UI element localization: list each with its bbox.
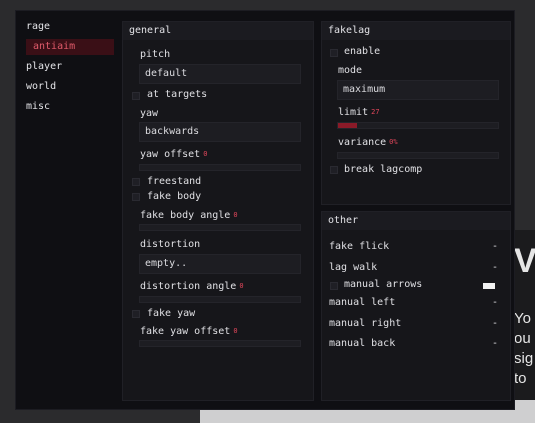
limit-label: limit 27	[338, 107, 380, 118]
distortion-label: distortion	[140, 239, 201, 250]
variance-label: variance 0%	[338, 137, 398, 148]
manual-left-keybind[interactable]: -	[492, 297, 498, 308]
manual-arrows-color-picker[interactable]	[483, 283, 495, 289]
variance-value: 0%	[389, 138, 398, 146]
other-panel: other fake flick - lag walk - manual arr…	[321, 211, 511, 401]
yaw-label: yaw	[140, 108, 159, 119]
panel-title: other	[322, 212, 510, 230]
fake-flick-label: fake flick	[329, 241, 390, 252]
lag-walk-keybind[interactable]: -	[492, 262, 498, 273]
fake-yaw-label: fake yaw	[147, 308, 196, 319]
panel-title: fakelag	[322, 22, 510, 40]
sidebar-item-misc[interactable]: misc	[26, 99, 50, 115]
fake-yaw-offset-value: 0	[233, 327, 238, 335]
freestand-label: freestand	[147, 176, 202, 187]
manual-right-label: manual right	[329, 318, 402, 329]
at-targets-label: at targets	[147, 89, 208, 100]
background-text-line: sig	[514, 350, 534, 367]
enable-label: enable	[344, 46, 381, 57]
background-text-title: Va	[514, 242, 535, 280]
manual-back-label: manual back	[329, 338, 396, 349]
mode-dropdown[interactable]: maximum	[337, 80, 499, 100]
pitch-label: pitch	[140, 49, 171, 60]
panel-title: general	[123, 22, 313, 40]
distortion-angle-slider[interactable]	[139, 296, 301, 303]
fake-body-checkbox[interactable]	[132, 193, 140, 201]
limit-value: 27	[371, 108, 380, 116]
enable-checkbox[interactable]	[330, 49, 338, 57]
fakelag-panel: fakelag enable mode maximum limit 27 vari…	[321, 21, 511, 205]
manual-arrows-label: manual arrows	[344, 279, 423, 290]
fake-body-label: fake body	[147, 191, 202, 202]
break-lagcomp-label: break lagcomp	[344, 164, 423, 175]
at-targets-checkbox[interactable]	[132, 92, 140, 100]
fake-body-angle-slider[interactable]	[139, 224, 301, 231]
fake-flick-keybind[interactable]: -	[492, 241, 498, 252]
sidebar-item-rage[interactable]: rage	[26, 19, 50, 35]
background-text-line: to	[514, 370, 527, 387]
manual-back-keybind[interactable]: -	[492, 338, 498, 349]
yaw-offset-label: yaw offset 0	[140, 149, 208, 160]
mode-label: mode	[338, 65, 363, 76]
distortion-angle-label: distortion angle 0	[140, 281, 244, 292]
general-panel: general pitch default at targets yaw bac…	[122, 21, 314, 401]
sidebar: rage antiaim player world misc	[16, 11, 121, 409]
break-lagcomp-checkbox[interactable]	[330, 166, 338, 174]
limit-slider[interactable]	[337, 122, 499, 129]
distortion-dropdown[interactable]: empty..	[139, 254, 301, 274]
fake-body-angle-label: fake body angle 0	[140, 210, 238, 221]
fake-body-angle-value: 0	[233, 211, 238, 219]
fake-yaw-offset-label: fake yaw offset 0	[140, 326, 238, 337]
pitch-dropdown[interactable]: default	[139, 64, 301, 84]
yaw-dropdown[interactable]: backwards	[139, 122, 301, 142]
freestand-checkbox[interactable]	[132, 178, 140, 186]
manual-right-keybind[interactable]: -	[492, 318, 498, 329]
background-text-line: ou	[514, 330, 531, 347]
sidebar-item-world[interactable]: world	[26, 79, 56, 95]
sidebar-item-antiaim[interactable]: antiaim	[26, 39, 114, 55]
yaw-offset-value: 0	[203, 150, 208, 158]
sidebar-item-player[interactable]: player	[26, 59, 62, 75]
cheat-menu-window: rage antiaim player world misc general p…	[15, 10, 515, 410]
manual-left-label: manual left	[329, 297, 396, 308]
manual-arrows-checkbox[interactable]	[330, 282, 338, 290]
distortion-angle-value: 0	[239, 282, 244, 290]
limit-slider-fill	[338, 123, 358, 128]
variance-slider[interactable]	[337, 152, 499, 159]
yaw-offset-slider[interactable]	[139, 164, 301, 171]
fake-yaw-checkbox[interactable]	[132, 310, 140, 318]
background-text-line: Yo	[514, 310, 531, 327]
fake-yaw-offset-slider[interactable]	[139, 340, 301, 347]
lag-walk-label: lag walk	[329, 262, 378, 273]
